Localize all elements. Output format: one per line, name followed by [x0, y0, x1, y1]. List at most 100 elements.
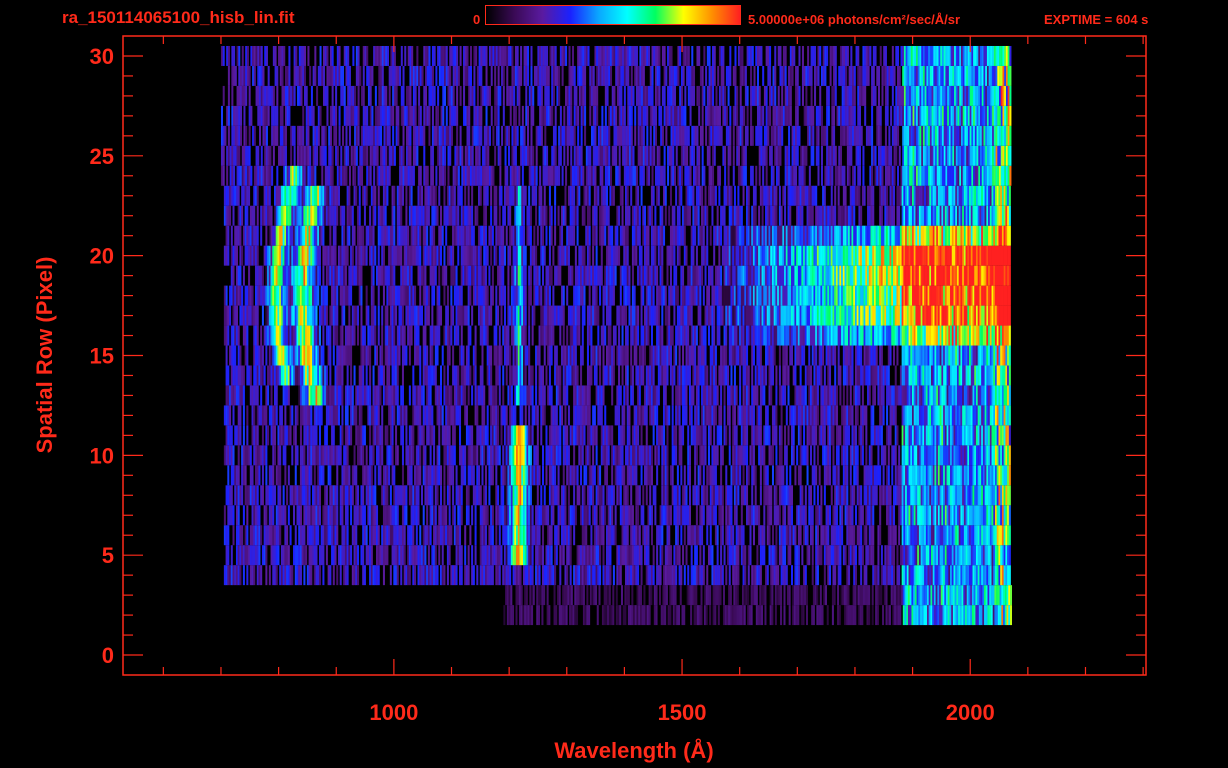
heatmap-cell	[486, 565, 489, 586]
heatmap-cell	[346, 325, 349, 346]
heatmap-cell	[538, 465, 541, 486]
heatmap-cell	[818, 505, 821, 526]
heatmap-cell	[638, 605, 641, 626]
heatmap-cell	[714, 365, 717, 386]
heatmap-cell	[343, 485, 346, 506]
heatmap-cell	[766, 525, 769, 546]
heatmap-cell	[718, 485, 721, 506]
heatmap-cell	[787, 525, 790, 546]
heatmap-cell	[253, 525, 256, 546]
heatmap-cell	[630, 525, 633, 546]
heatmap-cell	[695, 525, 698, 546]
heatmap-cell	[395, 345, 398, 366]
heatmap-cell	[905, 545, 908, 566]
heatmap-cell	[486, 325, 489, 346]
heatmap-cell	[989, 385, 992, 406]
heatmap-cell	[638, 405, 641, 426]
heatmap-cell	[312, 385, 315, 406]
heatmap-cell	[626, 325, 629, 346]
heatmap-cell	[944, 345, 947, 366]
heatmap-cell	[856, 585, 859, 606]
heatmap-cell	[580, 565, 583, 586]
heatmap-cell	[588, 325, 591, 346]
heatmap-cell	[797, 345, 800, 366]
heatmap-cell	[746, 465, 749, 486]
heatmap-cell	[401, 385, 404, 406]
heatmap-cell	[718, 365, 721, 386]
heatmap-cell	[740, 425, 743, 446]
heatmap-cell	[609, 345, 612, 366]
heatmap-cell	[770, 325, 773, 346]
heatmap-cell	[426, 405, 429, 426]
heatmap-cell	[614, 525, 617, 546]
heatmap-cell	[683, 525, 686, 546]
heatmap-cell	[782, 505, 785, 526]
heatmap-cell	[706, 405, 709, 426]
heatmap-cell	[963, 405, 966, 426]
heatmap-cell	[988, 365, 991, 386]
heatmap-cell	[932, 445, 935, 466]
heatmap-cell	[784, 425, 787, 446]
heatmap-cell	[225, 565, 228, 586]
heatmap-cell	[548, 445, 551, 466]
heatmap-cell	[834, 385, 837, 406]
heatmap-cell	[683, 385, 686, 406]
heatmap-cell	[320, 405, 323, 426]
heatmap-cell	[742, 485, 745, 506]
heatmap-cell	[267, 305, 270, 326]
heatmap-cell	[982, 465, 985, 486]
heatmap-cell	[270, 525, 273, 546]
heatmap-cell	[815, 565, 818, 586]
heatmap-cell	[332, 385, 335, 406]
heatmap-cell	[507, 385, 510, 406]
heatmap-cell	[395, 505, 398, 526]
heatmap-cell	[303, 325, 306, 346]
heatmap-cell	[232, 525, 235, 546]
heatmap-cell	[543, 565, 546, 586]
heatmap-cell	[407, 325, 410, 346]
heatmap-cell	[235, 465, 238, 486]
heatmap-cell	[832, 505, 835, 526]
heatmap-cell	[419, 365, 422, 386]
heatmap-cell	[592, 425, 595, 446]
heatmap-cell	[832, 385, 835, 406]
heatmap-cell	[376, 445, 379, 466]
heatmap-cell	[481, 425, 484, 446]
heatmap-cell	[253, 565, 256, 586]
heatmap-cell	[382, 385, 385, 406]
heatmap-cell	[982, 585, 985, 606]
heatmap-cell	[531, 545, 534, 566]
heatmap-cell	[906, 545, 909, 566]
heatmap-cell	[446, 345, 449, 366]
heatmap-cell	[996, 385, 999, 406]
heatmap-cell	[789, 345, 792, 366]
heatmap-cell	[526, 545, 529, 566]
heatmap-cell	[958, 365, 961, 386]
heatmap-cell	[706, 365, 709, 386]
heatmap-cell	[823, 325, 826, 346]
heatmap-cell	[929, 465, 932, 486]
heatmap-cell	[344, 405, 347, 426]
heatmap-cell	[479, 485, 482, 506]
heatmap-cell	[615, 585, 618, 606]
heatmap-cell	[483, 545, 486, 566]
heatmap-cell	[490, 345, 493, 366]
heatmap-cell	[623, 545, 626, 566]
heatmap-cell	[697, 525, 700, 546]
heatmap-cell	[789, 545, 792, 566]
heatmap-cell	[896, 345, 899, 366]
heatmap-cell	[905, 405, 908, 426]
heatmap-cell	[609, 505, 612, 526]
heatmap-cell	[631, 445, 634, 466]
heatmap-cell	[830, 425, 833, 446]
heatmap-cell	[586, 505, 589, 526]
heatmap-cell	[725, 505, 728, 526]
heatmap-cell	[545, 465, 548, 486]
heatmap-cell	[758, 345, 761, 366]
heatmap-cell	[472, 445, 475, 466]
heatmap-cell	[744, 405, 747, 426]
heatmap-cell	[637, 485, 640, 506]
heatmap-cell	[474, 545, 477, 566]
heatmap-cell	[469, 425, 472, 446]
heatmap-cell	[811, 425, 814, 446]
